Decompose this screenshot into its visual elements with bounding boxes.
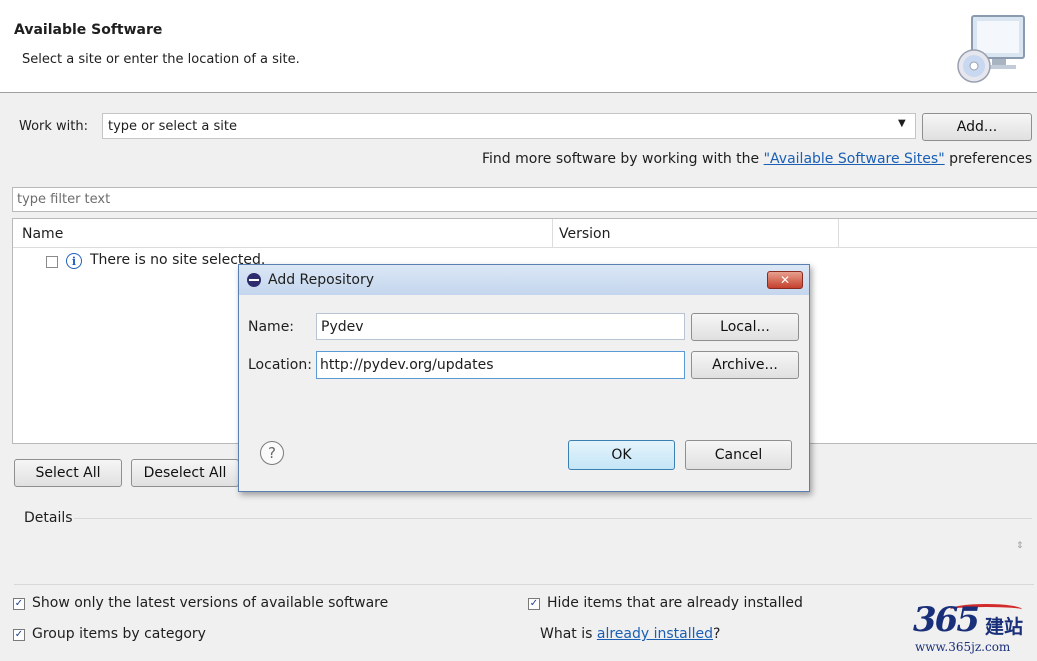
find-more-text: Find more software by working with the "… xyxy=(482,151,1032,167)
show-latest-checkbox[interactable]: ✓ xyxy=(13,598,25,610)
column-header-name[interactable]: Name xyxy=(22,226,63,242)
name-field-value[interactable]: Pydev xyxy=(321,319,364,335)
available-software-sites-link[interactable]: "Available Software Sites" xyxy=(764,151,945,167)
local-button[interactable]: Local... xyxy=(691,313,799,341)
add-site-button[interactable]: Add... xyxy=(922,113,1032,141)
work-with-label: Work with: xyxy=(19,119,89,134)
show-latest-label: Show only the latest versions of availab… xyxy=(32,595,389,611)
watermark-url: www.365jz.com xyxy=(915,640,1011,654)
what-is-prefix: What is xyxy=(540,626,597,642)
details-divider-bottom xyxy=(14,584,1034,585)
what-is-installed-text: What is already installed? xyxy=(540,626,720,642)
deselect-all-button[interactable]: Deselect All xyxy=(131,459,239,487)
location-field-value[interactable]: http://pydev.org/updates xyxy=(320,357,494,373)
info-icon: i xyxy=(66,253,82,269)
details-label: Details xyxy=(24,510,73,526)
select-all-button[interactable]: Select All xyxy=(14,459,122,487)
row-checkbox[interactable] xyxy=(46,256,58,268)
column-header-version[interactable]: Version xyxy=(559,226,610,242)
column-divider[interactable] xyxy=(838,219,839,247)
work-with-value[interactable]: type or select a site xyxy=(108,119,237,134)
name-label: Name: xyxy=(248,319,295,335)
name-field[interactable] xyxy=(316,313,685,340)
watermark-logo-number: 365 xyxy=(913,600,980,640)
column-divider[interactable] xyxy=(552,219,553,247)
software-install-icon xyxy=(957,15,1025,83)
group-by-category-checkbox[interactable]: ✓ xyxy=(13,629,25,641)
table-header xyxy=(13,219,1037,248)
group-by-category-label: Group items by category xyxy=(32,626,206,642)
watermark-logo-text: 建站 xyxy=(985,616,1024,638)
details-scroll-icon[interactable]: ⇕ xyxy=(1016,541,1024,551)
details-divider xyxy=(74,518,1032,519)
dialog-title: Add Repository xyxy=(268,272,374,288)
filter-placeholder: type filter text xyxy=(17,192,111,207)
find-more-prefix: Find more software by working with the xyxy=(482,151,764,167)
page-subtitle: Select a site or enter the location of a… xyxy=(22,52,300,67)
find-more-suffix: preferences xyxy=(944,151,1033,167)
what-is-suffix: ? xyxy=(713,626,721,642)
help-icon[interactable]: ? xyxy=(260,441,284,465)
hide-installed-checkbox[interactable]: ✓ xyxy=(528,598,540,610)
page-title: Available Software xyxy=(14,22,163,38)
close-icon[interactable]: ✕ xyxy=(767,271,803,289)
chevron-down-icon[interactable]: ▼ xyxy=(898,118,906,129)
already-installed-link[interactable]: already installed xyxy=(597,626,713,642)
wizard-header xyxy=(0,0,1037,93)
location-label: Location: xyxy=(248,357,312,373)
hide-installed-label: Hide items that are already installed xyxy=(547,595,803,611)
filter-input[interactable] xyxy=(12,187,1037,212)
eclipse-icon-stripe xyxy=(249,279,259,281)
archive-button[interactable]: Archive... xyxy=(691,351,799,379)
ok-button[interactable]: OK xyxy=(568,440,675,470)
cancel-button[interactable]: Cancel xyxy=(685,440,792,470)
